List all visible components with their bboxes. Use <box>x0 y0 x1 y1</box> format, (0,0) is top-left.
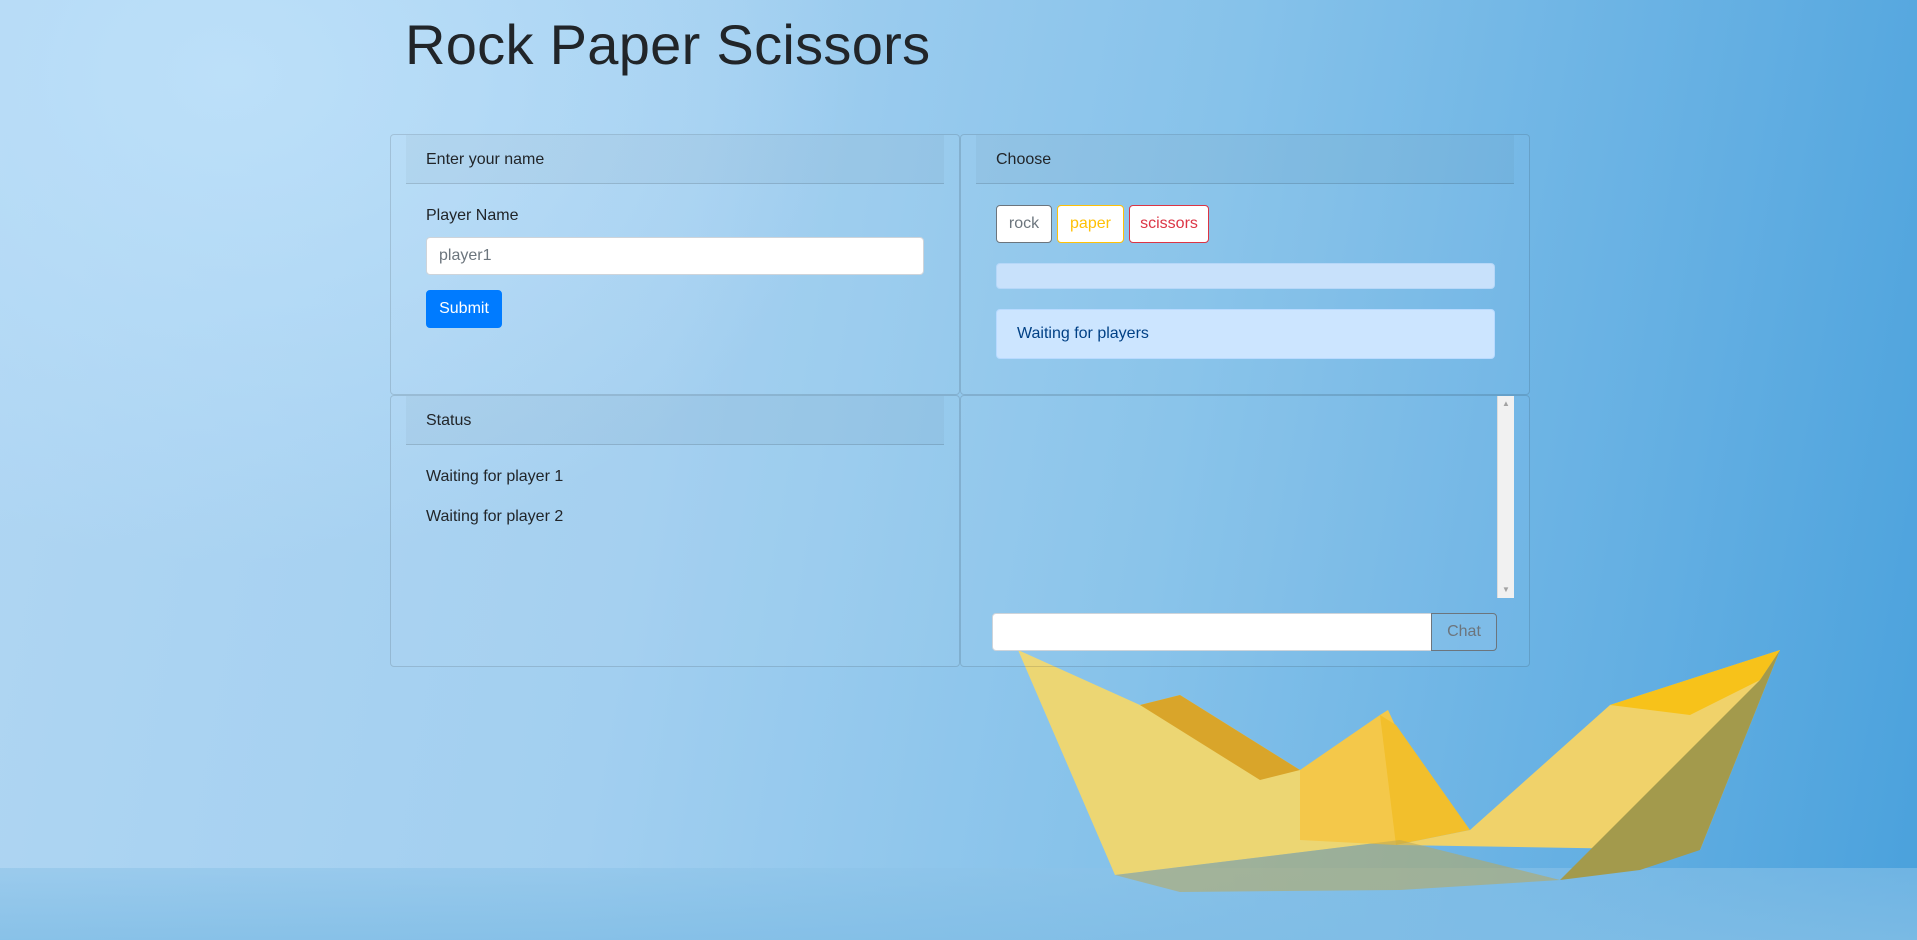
page-title: Rock Paper Scissors <box>405 13 931 76</box>
status-card-header: Status <box>406 396 944 445</box>
scissors-button[interactable]: scissors <box>1129 205 1209 243</box>
scroll-up-arrow-icon[interactable]: ▲ <box>1498 396 1514 412</box>
paper-button[interactable]: paper <box>1057 205 1124 243</box>
status-card: Status Waiting for player 1 Waiting for … <box>390 395 960 667</box>
choose-card-header: Choose <box>976 135 1514 184</box>
player-name-label: Player Name <box>426 207 519 224</box>
choose-card: Choose rock paper scissors Waiting for p… <box>960 134 1530 395</box>
status-line-player-2: Waiting for player 2 <box>426 508 564 525</box>
scroll-down-arrow-icon[interactable]: ▼ <box>1498 582 1514 598</box>
player-name-input[interactable] <box>426 237 924 275</box>
chat-scrollbar[interactable]: ▲ ▼ <box>1497 396 1514 598</box>
chat-card: ▲ ▼ Chat <box>960 395 1530 667</box>
status-line-player-1: Waiting for player 1 <box>426 468 564 485</box>
paper-boat-image <box>1018 650 1780 892</box>
chat-button[interactable]: Chat <box>1431 613 1497 651</box>
submit-button[interactable]: Submit <box>426 290 502 328</box>
chat-input[interactable] <box>992 613 1432 651</box>
name-card: Enter your name Player Name Submit <box>390 134 960 395</box>
game-status-alert: Waiting for players <box>996 309 1495 359</box>
name-card-header: Enter your name <box>406 135 944 184</box>
rock-button[interactable]: rock <box>996 205 1052 243</box>
game-progress-bar <box>996 263 1495 289</box>
chat-log[interactable] <box>976 396 1516 598</box>
